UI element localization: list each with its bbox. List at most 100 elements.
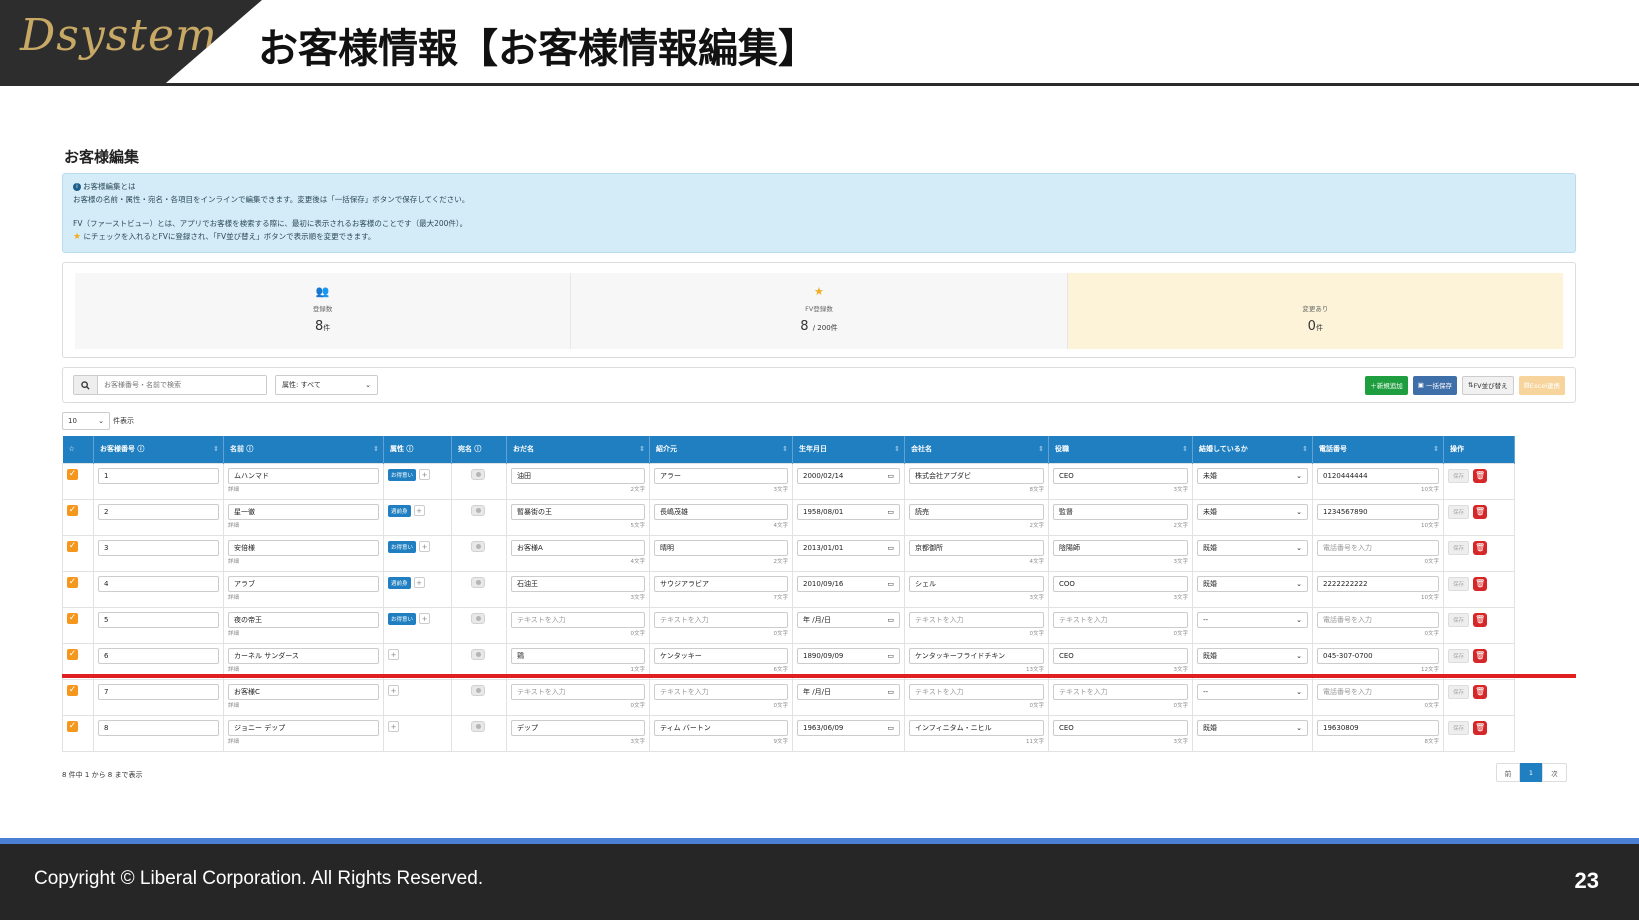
position-input[interactable]: テキストを入力 xyxy=(1053,611,1188,628)
pagination-prev[interactable]: 前 xyxy=(1496,763,1520,782)
birthday-input[interactable]: 2013/01/01 ▭ xyxy=(797,539,900,556)
trash-icon[interactable]: 🗑 xyxy=(1473,468,1488,483)
company-input[interactable]: ケンタッキーフライドチキン xyxy=(909,647,1044,664)
name-input[interactable]: ムハンマド xyxy=(228,467,379,484)
referrer-input[interactable]: 長嶋茂雄 xyxy=(654,503,788,520)
referrer-input[interactable]: ケンタッキー xyxy=(654,647,788,664)
company-input[interactable]: テキストを入力 xyxy=(909,683,1044,700)
excel-button[interactable]: ▤ Excel連携 xyxy=(1518,375,1565,395)
search-icon[interactable] xyxy=(74,376,98,394)
detail-link[interactable]: 詳細 xyxy=(228,557,379,565)
customer-number-input[interactable]: 1 xyxy=(98,467,219,484)
nickname-input[interactable]: 暫暴街の王 xyxy=(511,503,645,520)
honorific-toggle[interactable] xyxy=(471,504,485,516)
phone-input[interactable]: 19630809 xyxy=(1317,719,1439,736)
name-input[interactable]: 星一徹 xyxy=(228,503,379,520)
fv-checkbox[interactable]: ✓ xyxy=(67,468,78,480)
position-input[interactable]: テキストを入力 xyxy=(1053,683,1188,700)
column-header[interactable]: 結婚しているか ⇕ xyxy=(1192,436,1313,463)
attribute-badge[interactable]: お得意い xyxy=(388,612,417,625)
fv-checkbox[interactable]: ✓ xyxy=(67,720,78,732)
add-attribute-button[interactable]: + xyxy=(419,613,431,624)
nickname-input[interactable]: お客様A xyxy=(511,539,645,556)
add-attribute-button[interactable]: + xyxy=(388,684,399,696)
column-header[interactable]: 生年月日 ⇕ xyxy=(792,436,905,463)
married-select[interactable]: -- ⌄ xyxy=(1197,683,1308,700)
trash-icon[interactable]: 🗑 xyxy=(1473,612,1488,627)
fv-checkbox[interactable]: ✓ xyxy=(67,540,78,552)
nickname-input[interactable]: テキストを入力 xyxy=(511,611,645,628)
add-attribute-button[interactable]: + xyxy=(388,720,399,732)
phone-input[interactable]: 045-307-0700 xyxy=(1317,647,1439,664)
bulk-save-button[interactable]: ▣ 一括保存 xyxy=(1412,375,1457,395)
birthday-input[interactable]: 2000/02/14 ▭ xyxy=(797,467,900,484)
name-input[interactable]: ジョニー デップ xyxy=(228,719,379,736)
birthday-input[interactable]: 年 /月/日 ▭ xyxy=(797,611,900,628)
phone-input[interactable]: 電話番号を入力 xyxy=(1317,683,1439,700)
column-header[interactable]: 紹介元 ⇕ xyxy=(649,436,793,463)
row-save-button[interactable]: 保存 xyxy=(1448,468,1470,483)
honorific-toggle[interactable] xyxy=(471,540,485,552)
birthday-input[interactable]: 2010/09/16 ▭ xyxy=(797,575,900,592)
trash-icon[interactable]: 🗑 xyxy=(1473,684,1488,699)
customer-number-input[interactable]: 5 xyxy=(98,611,219,628)
name-input[interactable]: お客様C xyxy=(228,683,379,700)
fv-checkbox[interactable]: ✓ xyxy=(67,504,78,516)
detail-link[interactable]: 詳細 xyxy=(228,629,379,637)
referrer-input[interactable]: テキストを入力 xyxy=(654,611,788,628)
married-select[interactable]: 既婚 ⌄ xyxy=(1197,647,1308,664)
birthday-input[interactable]: 1963/06/09 ▭ xyxy=(797,719,900,736)
customer-number-input[interactable]: 7 xyxy=(98,683,219,700)
column-header[interactable]: お客様番号 ⓘ ⇕ xyxy=(93,436,224,463)
detail-link[interactable]: 詳細 xyxy=(228,485,379,493)
attribute-badge[interactable]: 週前身 xyxy=(388,576,411,589)
phone-input[interactable]: 2222222222 xyxy=(1317,575,1439,592)
birthday-input[interactable]: 1958/08/01 ▭ xyxy=(797,503,900,520)
row-save-button[interactable]: 保存 xyxy=(1448,504,1470,519)
add-attribute-button[interactable]: + xyxy=(419,469,431,480)
position-input[interactable]: CEO xyxy=(1053,719,1188,736)
row-save-button[interactable]: 保存 xyxy=(1448,720,1470,735)
customer-number-input[interactable]: 3 xyxy=(98,539,219,556)
row-save-button[interactable]: 保存 xyxy=(1448,576,1470,591)
column-header[interactable]: 電話番号 ⇕ xyxy=(1312,436,1444,463)
add-customer-button[interactable]: ＋新規追加 xyxy=(1365,375,1408,395)
column-header[interactable]: 属性 ⓘ xyxy=(383,436,452,463)
married-select[interactable]: 既婚 ⌄ xyxy=(1197,575,1308,592)
married-select[interactable]: 既婚 ⌄ xyxy=(1197,539,1308,556)
customer-number-input[interactable]: 8 xyxy=(98,719,219,736)
column-header[interactable]: 役職 ⇕ xyxy=(1048,436,1193,463)
trash-icon[interactable]: 🗑 xyxy=(1473,540,1488,555)
fv-sort-button[interactable]: ⇅ FV並び替え xyxy=(1461,375,1514,395)
honorific-toggle[interactable] xyxy=(471,720,485,732)
row-save-button[interactable]: 保存 xyxy=(1448,612,1470,627)
customer-number-input[interactable]: 4 xyxy=(98,575,219,592)
row-save-button[interactable]: 保存 xyxy=(1448,684,1470,699)
nickname-input[interactable]: 鶏 xyxy=(511,647,645,664)
company-input[interactable]: 京都御所 xyxy=(909,539,1044,556)
referrer-input[interactable]: テキストを入力 xyxy=(654,683,788,700)
married-select[interactable]: 既婚 ⌄ xyxy=(1197,719,1308,736)
customer-number-input[interactable]: 2 xyxy=(98,503,219,520)
company-input[interactable]: テキストを入力 xyxy=(909,611,1044,628)
name-input[interactable]: カーネル サンダース xyxy=(228,647,379,664)
position-input[interactable]: 陰陽師 xyxy=(1053,539,1188,556)
fv-checkbox[interactable]: ✓ xyxy=(67,684,78,696)
attribute-badge[interactable]: お得意い xyxy=(388,540,417,553)
detail-link[interactable]: 詳細 xyxy=(228,593,379,601)
honorific-toggle[interactable] xyxy=(471,648,485,660)
honorific-toggle[interactable] xyxy=(471,468,485,480)
detail-link[interactable]: 詳細 xyxy=(228,701,379,709)
detail-link[interactable]: 詳細 xyxy=(228,521,379,529)
fv-checkbox[interactable]: ✓ xyxy=(67,576,78,588)
phone-input[interactable]: 電話番号を入力 xyxy=(1317,611,1439,628)
page-length-select[interactable]: 10 ⌄ xyxy=(62,412,110,430)
phone-input[interactable]: 1234567890 xyxy=(1317,503,1439,520)
referrer-input[interactable]: アラー xyxy=(654,467,788,484)
nickname-input[interactable]: 石油王 xyxy=(511,575,645,592)
pagination-next[interactable]: 次 xyxy=(1542,763,1567,782)
name-input[interactable]: アラブ xyxy=(228,575,379,592)
name-input[interactable]: 夜の帝王 xyxy=(228,611,379,628)
referrer-input[interactable]: サウジアラビア xyxy=(654,575,788,592)
column-header[interactable]: 宛名 ⓘ xyxy=(451,436,507,463)
